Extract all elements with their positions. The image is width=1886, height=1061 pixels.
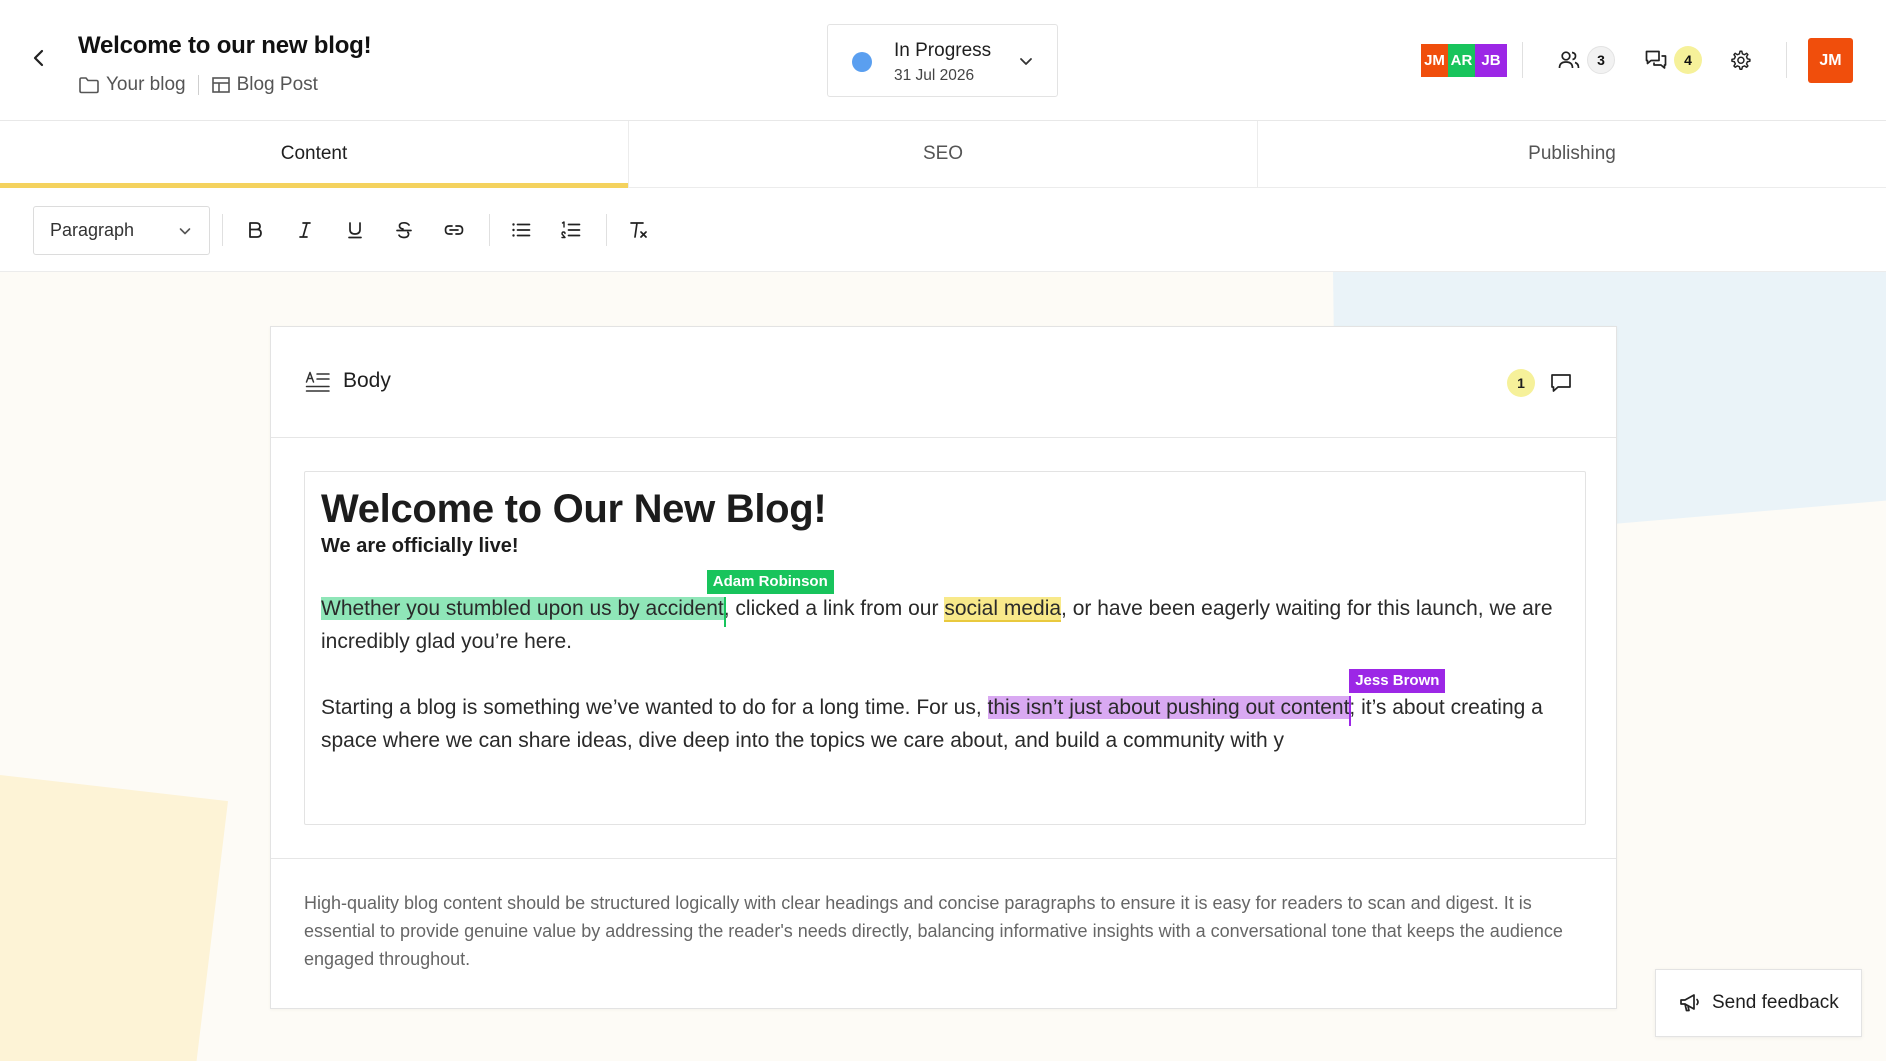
collaborator-avatars[interactable]: JM AR JB xyxy=(1421,44,1507,77)
paragraph-text: , clicked a link from our xyxy=(723,597,945,620)
underline-icon xyxy=(348,222,362,239)
bullet-list-button[interactable] xyxy=(505,214,537,246)
feedback-label: Send feedback xyxy=(1712,992,1839,1013)
status-date: 31 Jul 2026 xyxy=(894,67,975,84)
status-label: In Progress xyxy=(894,40,992,61)
gear-icon xyxy=(1731,50,1751,70)
tab-publishing[interactable]: Publishing xyxy=(1258,121,1886,187)
content-paragraph: Whether you stumbled upon us by accident… xyxy=(321,570,1569,658)
toolbar-divider xyxy=(489,214,490,246)
status-dropdown[interactable]: In Progress 31 Jul 2026 xyxy=(827,24,1058,97)
breadcrumb-divider xyxy=(197,75,199,95)
highlight-text: this isn’t just about pushing out conten… xyxy=(987,696,1350,719)
tab-seo[interactable]: SEO xyxy=(629,121,1258,187)
comment-highlight[interactable]: social media xyxy=(944,597,1062,622)
body-field-card: Body 1 Welcome to Our New Blog! We are o… xyxy=(270,326,1617,1009)
comment-highlight-jess[interactable]: this isn’t just about pushing out conten… xyxy=(987,669,1446,726)
breadcrumb-label: Blog Post xyxy=(236,74,318,95)
background-shape-yellow xyxy=(0,775,228,1061)
chevron-down-icon xyxy=(179,227,191,234)
numbered-list-button[interactable] xyxy=(555,214,587,246)
comment-highlight-adam[interactable]: Whether you stumbled upon us by accident… xyxy=(321,570,834,627)
layout-template-icon xyxy=(211,77,230,93)
status-indicator xyxy=(852,52,872,72)
breadcrumb-blog-post[interactable]: Blog Post xyxy=(211,74,318,96)
guidance-text: High-quality blog content should be stru… xyxy=(304,893,1563,969)
avatar: AR xyxy=(1448,44,1475,77)
text-field-icon xyxy=(305,371,330,392)
header-divider xyxy=(1522,42,1523,78)
header: Welcome to our new blog! Your blog Blog … xyxy=(0,0,1886,121)
user-avatar[interactable]: JM xyxy=(1808,38,1853,83)
toolbar-divider xyxy=(222,214,223,246)
numbered-list-icon xyxy=(561,221,581,239)
field-comment-count: 1 xyxy=(1507,369,1535,397)
breadcrumb-label: Your blog xyxy=(106,74,186,95)
clear-format-button[interactable] xyxy=(623,214,655,246)
comment-icon xyxy=(1551,374,1571,392)
bullet-list-icon xyxy=(512,223,531,237)
breadcrumb: Your blog Blog Post xyxy=(78,74,318,96)
people-button[interactable]: 3 xyxy=(1557,46,1615,74)
toolbar-divider xyxy=(606,214,607,246)
block-type-select[interactable]: Paragraph xyxy=(33,206,210,255)
settings-button[interactable] xyxy=(1729,49,1751,71)
field-header: Body 1 xyxy=(271,327,1616,438)
editor-toolbar: Paragraph xyxy=(0,188,1886,272)
highlight-text: Whether you stumbled upon us by accident xyxy=(321,597,724,620)
collaborator-cursor-label: Jess Brown xyxy=(1349,669,1446,693)
avatar: JB xyxy=(1475,44,1507,77)
header-divider xyxy=(1786,42,1787,78)
content-heading: Welcome to Our New Blog! xyxy=(321,487,827,531)
comments-button[interactable]: 4 xyxy=(1644,46,1702,74)
underline-button[interactable] xyxy=(339,214,371,246)
field-label: Body xyxy=(343,369,391,392)
clear-format-icon xyxy=(630,222,647,238)
italic-icon xyxy=(299,222,311,238)
collaborator-cursor xyxy=(1349,696,1352,726)
comments-count-badge: 4 xyxy=(1674,46,1702,74)
page-title: Welcome to our new blog! xyxy=(78,32,372,59)
folder-icon xyxy=(79,77,99,94)
link-icon xyxy=(444,225,464,235)
block-type-value: Paragraph xyxy=(50,220,135,240)
breadcrumb-your-blog[interactable]: Your blog xyxy=(78,74,186,96)
users-icon xyxy=(1558,51,1580,69)
link-button[interactable] xyxy=(438,214,470,246)
megaphone-icon xyxy=(1680,994,1699,1012)
content-paragraph: Starting a blog is something we’ve wante… xyxy=(321,669,1569,757)
chevron-down-icon xyxy=(1020,58,1032,65)
strikethrough-button[interactable] xyxy=(388,214,420,246)
collaborator-cursor xyxy=(723,597,726,627)
tab-bar: Content SEO Publishing xyxy=(0,121,1886,188)
send-feedback-button[interactable]: Send feedback xyxy=(1655,969,1862,1037)
field-comment-button[interactable] xyxy=(1547,369,1575,397)
paragraph-text: Starting a blog is something we’ve wante… xyxy=(321,696,988,719)
comments-icon xyxy=(1645,50,1667,69)
field-guidance: High-quality blog content should be stru… xyxy=(271,858,1616,1010)
bold-icon xyxy=(249,222,262,238)
people-count-badge: 3 xyxy=(1587,46,1615,74)
rich-text-editor[interactable]: Welcome to Our New Blog! We are official… xyxy=(304,471,1586,825)
avatar: JM xyxy=(1421,44,1448,77)
strikethrough-icon xyxy=(396,221,412,239)
bold-button[interactable] xyxy=(239,214,271,246)
back-button[interactable] xyxy=(26,45,52,71)
content-subheading: We are officially live! xyxy=(321,535,519,557)
collaborator-cursor-label: Adam Robinson xyxy=(706,570,834,594)
tab-content[interactable]: Content xyxy=(0,121,629,188)
chevron-left-icon xyxy=(33,49,44,67)
italic-button[interactable] xyxy=(289,214,321,246)
